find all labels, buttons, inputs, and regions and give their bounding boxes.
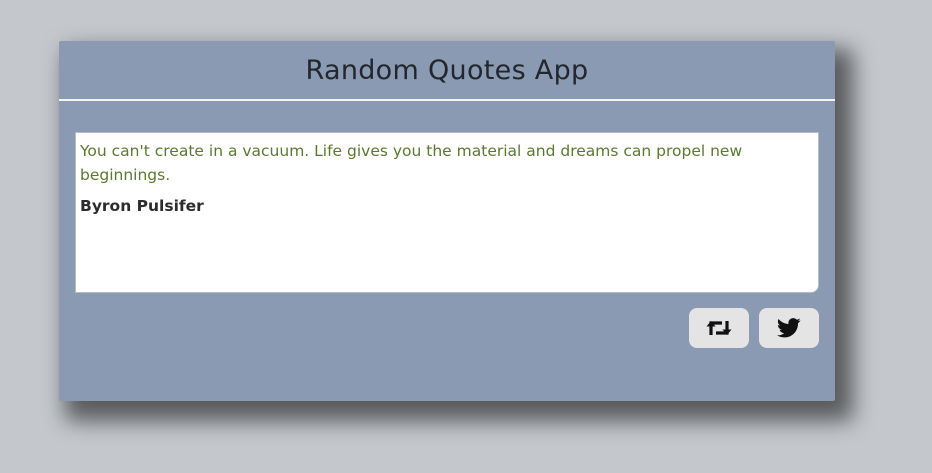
quote-box: You can't create in a vacuum. Life gives… bbox=[75, 132, 819, 293]
new-quote-button[interactable] bbox=[689, 308, 749, 348]
tweet-button[interactable] bbox=[759, 308, 819, 348]
quote-card: Random Quotes App You can't create in a … bbox=[59, 41, 835, 401]
quote-text: You can't create in a vacuum. Life gives… bbox=[80, 142, 743, 184]
retweet-icon bbox=[705, 317, 733, 339]
app-title: Random Quotes App bbox=[305, 54, 589, 86]
quote-author: Byron Pulsifer bbox=[80, 197, 204, 215]
twitter-bird-icon bbox=[777, 318, 801, 338]
app-header: Random Quotes App bbox=[59, 41, 835, 101]
